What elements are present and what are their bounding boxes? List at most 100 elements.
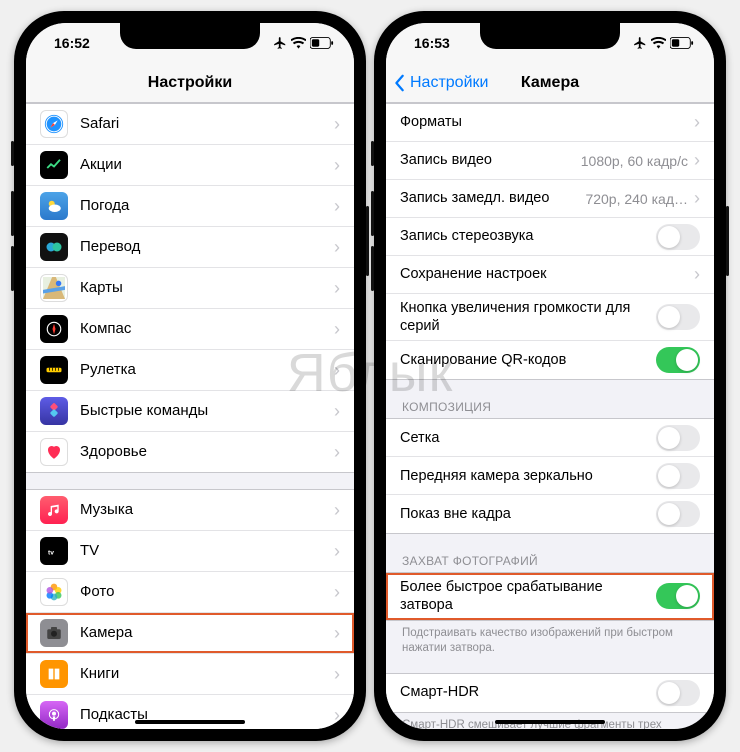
nav-bar: Настройки Камера [386, 63, 714, 103]
phone-left: 16:52 Настройки Safari›Акции›Погода›Пере… [14, 11, 366, 741]
row-label: Кнопка увеличения громкости для серий [400, 299, 656, 335]
row-value: 720p, 240 кад… [585, 191, 688, 207]
translate-icon [40, 233, 68, 261]
chevron-right-icon: › [334, 237, 340, 258]
row-label: Запись замедл. видео [400, 189, 585, 207]
row-label: Компас [80, 320, 334, 339]
row-label: Погода [80, 197, 334, 216]
settings-row-music[interactable]: Музыка› [26, 490, 354, 531]
tv-icon: tv [40, 537, 68, 565]
toggle-switch[interactable] [656, 425, 700, 451]
settings-row-books[interactable]: Книги› [26, 654, 354, 695]
chevron-right-icon: › [334, 541, 340, 562]
chevron-right-icon: › [334, 278, 340, 299]
airplane-icon [273, 36, 287, 50]
settings-row-tv[interactable]: tvTV› [26, 531, 354, 572]
status-icons [633, 36, 694, 50]
podcasts-icon [40, 701, 68, 729]
camera-icon [40, 619, 68, 647]
battery-icon [670, 37, 694, 49]
home-indicator[interactable] [135, 720, 245, 724]
camera-row[interactable]: Запись видео1080p, 60 кадр/с› [386, 142, 714, 180]
camera-row[interactable]: Кнопка увеличения громкости для серий [386, 294, 714, 341]
settings-row-photos[interactable]: Фото› [26, 572, 354, 613]
safari-icon [40, 110, 68, 138]
settings-row-compass[interactable]: Компас› [26, 309, 354, 350]
row-label: Более быстрое срабатывание затвора [400, 578, 656, 614]
power-button [366, 206, 369, 276]
row-label: Форматы [400, 113, 694, 131]
chevron-right-icon: › [334, 401, 340, 422]
music-icon [40, 496, 68, 524]
mute-switch [371, 141, 374, 166]
settings-row-weather[interactable]: Погода› [26, 186, 354, 227]
volume-down [11, 246, 14, 291]
home-indicator[interactable] [495, 720, 605, 724]
back-button[interactable]: Настройки [394, 74, 488, 92]
wifi-icon [651, 37, 666, 49]
volume-down [371, 246, 374, 291]
row-label: Запись видео [400, 151, 581, 169]
wifi-icon [291, 37, 306, 49]
settings-list[interactable]: Safari›Акции›Погода›Перевод›Карты›Компас… [26, 103, 354, 729]
camera-row[interactable]: Смарт-HDR [386, 674, 714, 712]
camera-row[interactable]: Сетка [386, 419, 714, 457]
camera-row[interactable]: Сохранение настроек› [386, 256, 714, 294]
settings-row-measure[interactable]: Рулетка› [26, 350, 354, 391]
toggle-switch[interactable] [656, 583, 700, 609]
row-label: Сохранение настроек [400, 265, 694, 283]
settings-row-stocks[interactable]: Акции› [26, 145, 354, 186]
row-label: Фото [80, 583, 334, 602]
camera-row[interactable]: Сканирование QR-кодов [386, 341, 714, 379]
camera-row[interactable]: Показ вне кадра [386, 495, 714, 533]
camera-row[interactable]: Более быстрое срабатывание затвора [386, 573, 714, 619]
toggle-switch[interactable] [656, 501, 700, 527]
toggle-switch[interactable] [656, 347, 700, 373]
camera-row[interactable]: Передняя камера зеркально [386, 457, 714, 495]
status-time: 16:53 [414, 35, 450, 51]
weather-icon [40, 192, 68, 220]
camera-row[interactable]: Запись стереозвука [386, 218, 714, 256]
chevron-right-icon: › [334, 360, 340, 381]
measure-icon [40, 356, 68, 384]
settings-row-translate[interactable]: Перевод› [26, 227, 354, 268]
section-footer: Подстраивать качество изображений при бы… [386, 621, 714, 657]
row-label: Safari [80, 115, 334, 134]
airplane-icon [633, 36, 647, 50]
photos-icon [40, 578, 68, 606]
settings-row-maps[interactable]: Карты› [26, 268, 354, 309]
settings-row-safari[interactable]: Safari› [26, 104, 354, 145]
section-header: ЗАХВАТ ФОТОГРАФИЙ [386, 550, 714, 572]
row-label: Карты [80, 279, 334, 298]
status-icons [273, 36, 334, 50]
page-title: Настройки [148, 74, 232, 92]
toggle-switch[interactable] [656, 224, 700, 250]
row-label: Музыка [80, 501, 334, 520]
row-label: Рулетка [80, 361, 334, 380]
chevron-right-icon: › [694, 112, 700, 133]
camera-settings-list[interactable]: Форматы›Запись видео1080p, 60 кадр/с›Зап… [386, 103, 714, 729]
row-label: Камера [80, 624, 334, 643]
chevron-right-icon: › [334, 582, 340, 603]
toggle-switch[interactable] [656, 304, 700, 330]
camera-row[interactable]: Форматы› [386, 104, 714, 142]
settings-row-shortcuts[interactable]: Быстрые команды› [26, 391, 354, 432]
row-label: Быстрые команды [80, 402, 334, 421]
chevron-right-icon: › [694, 188, 700, 209]
toggle-switch[interactable] [656, 680, 700, 706]
health-icon [40, 438, 68, 466]
status-time: 16:52 [54, 35, 90, 51]
settings-row-health[interactable]: Здоровье› [26, 432, 354, 472]
stocks-icon [40, 151, 68, 179]
settings-row-camera[interactable]: Камера› [26, 613, 354, 654]
row-label: Здоровье [80, 443, 334, 462]
mute-switch [11, 141, 14, 166]
toggle-switch[interactable] [656, 463, 700, 489]
row-label: Сетка [400, 429, 656, 447]
row-label: Перевод [80, 238, 334, 257]
camera-row[interactable]: Запись замедл. видео720p, 240 кад… › [386, 180, 714, 218]
chevron-right-icon: › [334, 114, 340, 135]
chevron-right-icon: › [334, 155, 340, 176]
chevron-right-icon: › [334, 664, 340, 685]
battery-icon [310, 37, 334, 49]
